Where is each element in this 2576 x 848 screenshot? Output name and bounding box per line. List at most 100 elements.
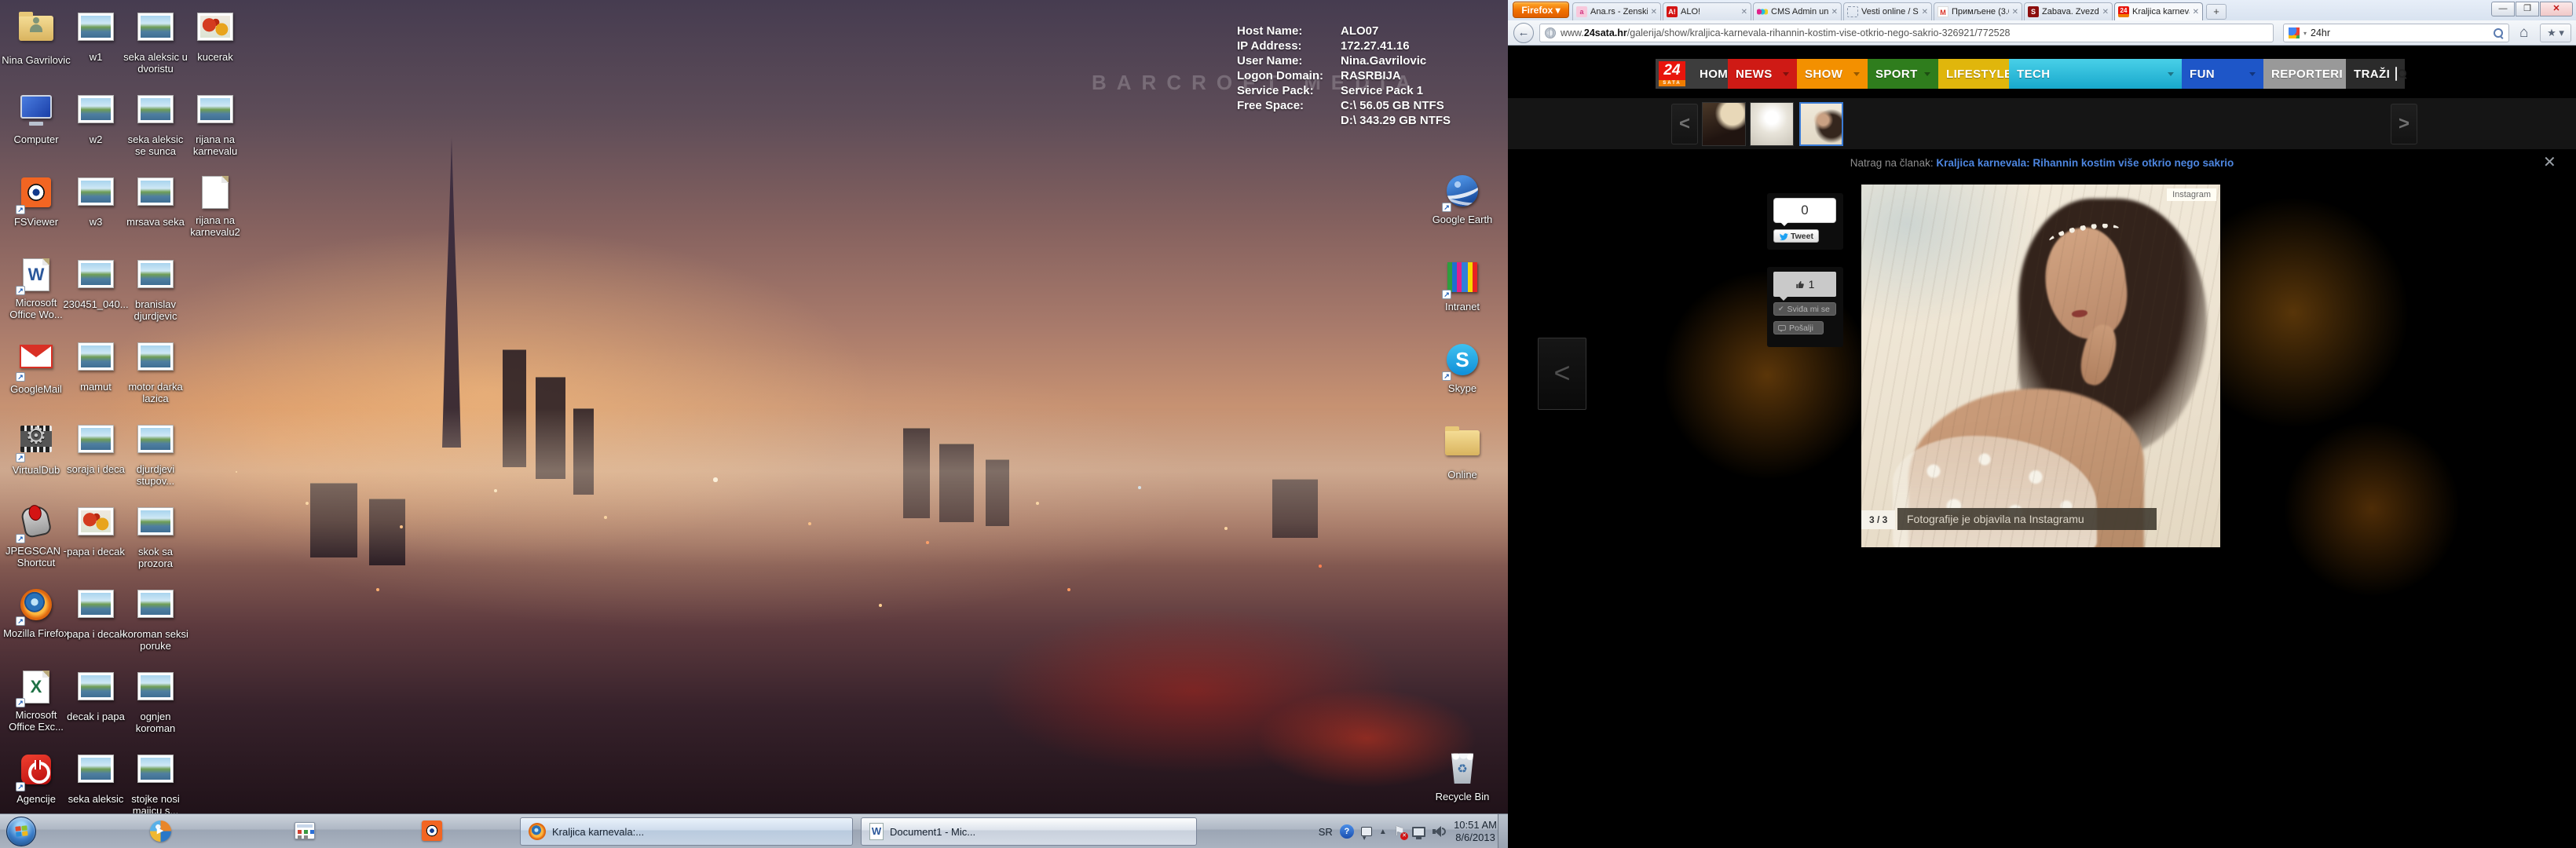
new-tab-button[interactable]: + xyxy=(2206,4,2227,20)
browser-tab-2[interactable]: A!ALO!✕ xyxy=(1663,2,1751,20)
desktop-icon-intranet[interactable]: ↗Intranet xyxy=(1428,259,1497,313)
taskbar-task-word[interactable]: W Document1 - Mic... xyxy=(861,817,1197,846)
desktop-icon-recycle-bin[interactable]: Recycle Bin xyxy=(1428,750,1497,802)
tab-close-icon[interactable]: ✕ xyxy=(1831,8,1838,16)
gallery-thumbnail-2[interactable] xyxy=(1750,102,1794,146)
gallery-thumbnail-1[interactable] xyxy=(1702,102,1746,146)
taskbar-pin-app-window[interactable] xyxy=(287,820,322,843)
desktop-icon-koroman-seksi-poruke[interactable]: koroman seksi poruke xyxy=(121,587,190,652)
desktop-icon-rijana-na-karnevalu[interactable]: rijana na karnevalu xyxy=(181,92,250,157)
desktop-icon-djurdjevi-stupov[interactable]: djurdjevi stupov... xyxy=(121,422,190,487)
desktop-icon-seka-aleksic[interactable]: seka aleksic xyxy=(61,751,130,805)
desktop-icon-agencije[interactable]: ↗Agencije xyxy=(2,751,71,805)
desktop-icon-w1[interactable]: w1 xyxy=(61,9,130,63)
desktop-icon-230451-040[interactable]: 230451_040... xyxy=(61,257,130,310)
back-to-article-link[interactable]: Kraljica karnevala: Rihannin kostim više… xyxy=(1936,157,2234,169)
taskbar-pin-media-player[interactable] xyxy=(143,820,177,843)
desktop-icon-kucerak[interactable]: kucerak xyxy=(181,9,250,63)
back-button[interactable]: ← xyxy=(1513,23,1534,43)
desktop-icon-seka-aleksic-u-dvoristu[interactable]: seka aleksic u dvoristu xyxy=(121,9,190,75)
bookmarks-button[interactable]: ★ ▾ xyxy=(2540,24,2571,42)
tab-close-icon[interactable]: ✕ xyxy=(2102,8,2109,16)
thumbnails-prev-button[interactable]: < xyxy=(1671,104,1698,144)
gallery-prev-button[interactable]: < xyxy=(1538,338,1586,410)
taskbar-clock[interactable]: 10:51 AM 8/6/2013 xyxy=(1454,819,1497,844)
tab-close-icon[interactable]: ✕ xyxy=(2193,8,2199,16)
browser-tab-1[interactable]: aAna.rs - Zenski foru...✕ xyxy=(1572,2,1661,20)
nav-item-trai[interactable]: TRAŽI xyxy=(2346,59,2405,89)
desktop-icon-jpegscan-shortcut[interactable]: ↗JPEGSCAN - Shortcut xyxy=(2,504,71,568)
start-button[interactable] xyxy=(6,817,36,846)
nav-item-home[interactable]: HOME xyxy=(1689,59,1728,89)
tab-close-icon[interactable]: ✕ xyxy=(2012,8,2018,16)
close-gallery-icon[interactable]: ✕ xyxy=(2543,152,2556,172)
desktop-icon-papa-i-decak[interactable]: papa i decak xyxy=(61,504,130,557)
desktop-icon-skype[interactable]: S↗Skype xyxy=(1428,342,1497,394)
gallery-photo[interactable]: Instagram 3 / 3 Fotografije je objavila … xyxy=(1861,185,2220,547)
minimize-button[interactable]: — xyxy=(2491,2,2515,16)
facebook-like-button[interactable]: ✔ Sviđa mi se xyxy=(1773,302,1836,316)
desktop-icon-computer[interactable]: Computer xyxy=(2,92,71,145)
desktop-icon-w2[interactable]: w2 xyxy=(61,92,130,145)
action-center-flag-icon[interactable]: ⚑ xyxy=(1394,824,1405,839)
desktop-icon-googlemail[interactable]: ↗GoogleMail xyxy=(2,339,71,395)
desktop-icon-fsviewer[interactable]: ↗FSViewer xyxy=(2,174,71,228)
taskbar-task-firefox[interactable]: Kraljica karnevala:... xyxy=(520,817,853,846)
tab-close-icon[interactable]: ✕ xyxy=(1651,8,1657,16)
browser-tab-7-active[interactable]: 24Kraljica karnevala: R...✕ xyxy=(2114,2,2203,20)
browser-tab-3[interactable]: CMS Admin unos v...✕ xyxy=(1753,2,1842,20)
url-bar[interactable]: www.24sata.hr/galerija/show/kraljica-kar… xyxy=(1539,24,2274,42)
desktop-icon-ognjen-koroman[interactable]: ognjen koroman xyxy=(121,669,190,734)
desktop-icon-papa-i-decak[interactable]: papa i decak xyxy=(61,587,130,640)
nav-item-reporteri[interactable]: REPORTERI xyxy=(2263,59,2346,89)
close-button[interactable]: ✕ xyxy=(2540,2,2573,16)
search-bar[interactable]: ▾ 24hr xyxy=(2283,24,2509,42)
thumbnails-next-button[interactable]: > xyxy=(2391,104,2417,144)
desktop-icon-microsoft-office-wo[interactable]: W↗Microsoft Office Wo... xyxy=(2,257,71,320)
nav-item-sport[interactable]: SPORT xyxy=(1868,59,1938,89)
browser-tab-5[interactable]: MПримљене (3.019) -...✕ xyxy=(1934,2,2022,20)
desktop-icon-nina-gavrilovic[interactable]: Nina Gavrilovic xyxy=(2,9,71,66)
browser-tab-6[interactable]: SZabava. Zvezde, tra...✕ xyxy=(2024,2,2113,20)
nav-item-tech[interactable]: TECH xyxy=(2009,59,2182,89)
desktop-icon-google-earth[interactable]: ↗Google Earth xyxy=(1428,173,1497,225)
show-hidden-icons[interactable]: ▲ xyxy=(1379,828,1387,836)
tab-close-icon[interactable]: ✕ xyxy=(1922,8,1928,16)
window-arrow-tray-icon[interactable] xyxy=(1361,827,1372,836)
search-engine-dropdown[interactable]: ▾ xyxy=(2303,30,2307,37)
tab-close-icon[interactable]: ✕ xyxy=(1741,8,1747,16)
desktop-icon-w3[interactable]: w3 xyxy=(61,174,130,228)
desktop-icon-decak-i-papa[interactable]: decak i papa xyxy=(61,669,130,722)
browser-tab-4[interactable]: Vesti online / Scena ...✕ xyxy=(1843,2,1932,20)
tweet-button[interactable]: Tweet xyxy=(1773,229,1819,243)
taskbar-pin-faststone[interactable] xyxy=(415,820,449,843)
desktop-icon-mrsava-seka[interactable]: mrsava seka xyxy=(121,174,190,228)
desktop-icon-virtualdub[interactable]: ↗VirtualDub xyxy=(2,422,71,476)
desktop-icon-branislav-djurdjevic[interactable]: branislav djurdjevic xyxy=(121,257,190,322)
facebook-send-button[interactable]: Pošalji xyxy=(1773,321,1824,334)
volume-tray-icon[interactable] xyxy=(1433,826,1447,837)
network-tray-icon[interactable] xyxy=(1412,827,1425,837)
firefox-menu-button[interactable]: Firefox ▾ xyxy=(1513,2,1569,18)
desktop-icon-soraja-i-deca[interactable]: soraja i deca xyxy=(61,422,130,475)
search-magnifier-icon[interactable] xyxy=(2494,28,2504,38)
nav-item-show[interactable]: SHOW xyxy=(1797,59,1868,89)
desktop-icon-stojke-nosi-majicu-s[interactable]: stojke nosi majicu s... xyxy=(121,751,190,817)
desktop-icon-mozilla-firefox[interactable]: ↗Mozilla Firefox xyxy=(2,587,71,639)
desktop-icon-online[interactable]: Online xyxy=(1428,424,1497,481)
nav-item-news[interactable]: NEWS xyxy=(1728,59,1797,89)
desktop-icon-skok-sa-prozora[interactable]: skok sa prozora xyxy=(121,504,190,569)
desktop-icon-mamut[interactable]: mamut xyxy=(61,339,130,393)
nav-item-fun[interactable]: FUN xyxy=(2182,59,2263,89)
gallery-thumbnail-3-selected[interactable] xyxy=(1799,102,1843,146)
language-indicator[interactable]: SR xyxy=(1319,826,1333,838)
show-desktop-button[interactable] xyxy=(1498,814,1508,848)
home-button[interactable]: ⌂ xyxy=(2519,24,2528,42)
help-tray-icon[interactable]: ? xyxy=(1340,824,1354,839)
desktop-icon-rijana-na-karnevalu2[interactable]: rijana na karnevalu2 xyxy=(181,174,250,238)
restore-button[interactable]: ❐ xyxy=(2516,2,2539,16)
desktop-icon-microsoft-office-exc[interactable]: X↗Microsoft Office Exc... xyxy=(2,669,71,733)
nav-item-lifestyle[interactable]: LIFESTYLE xyxy=(1938,59,2009,89)
desktop-icon-seka-aleksic-se-sunca[interactable]: seka aleksic se sunca xyxy=(121,92,190,157)
desktop-icon-motor-darka-lazica[interactable]: motor darka lazica xyxy=(121,339,190,404)
